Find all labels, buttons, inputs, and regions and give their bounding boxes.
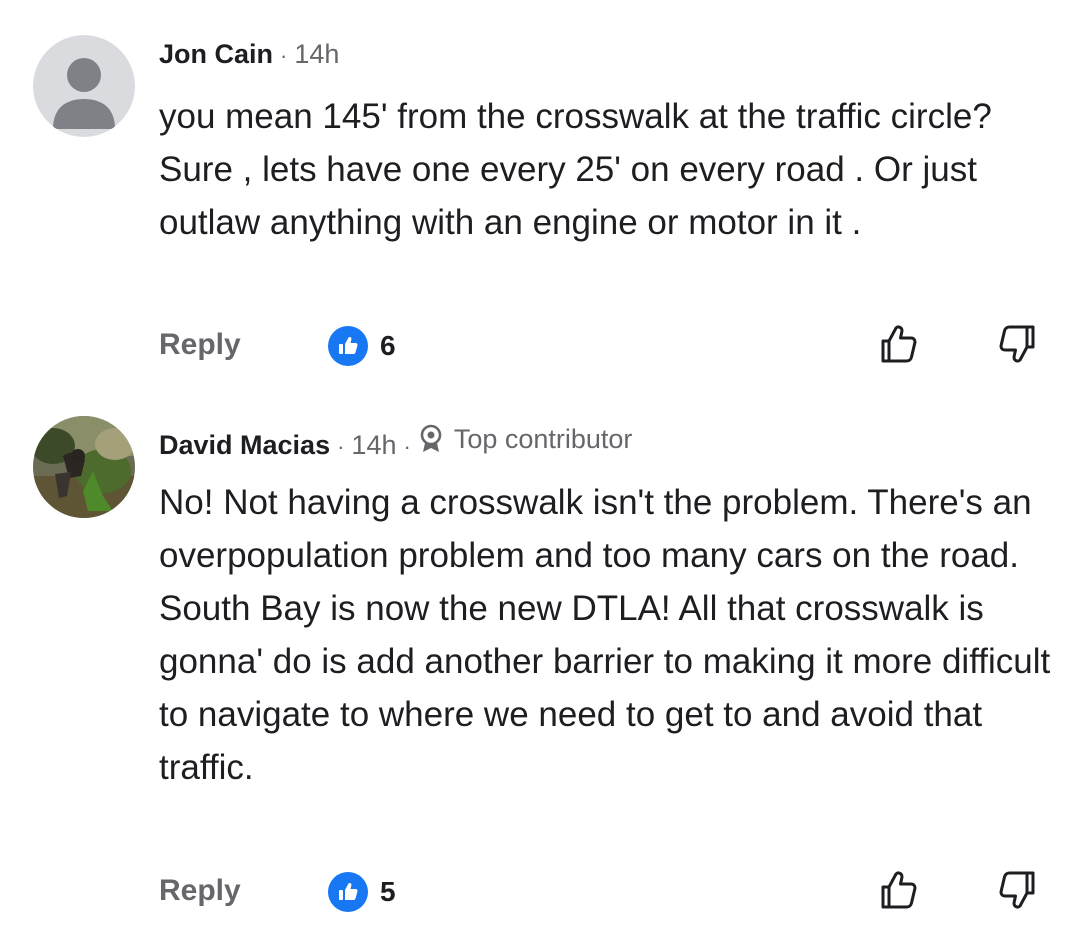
comment-actions: Reply 5 bbox=[0, 868, 1078, 918]
award-icon bbox=[420, 424, 442, 452]
separator: · bbox=[403, 434, 411, 459]
downvote-icon[interactable] bbox=[995, 868, 1039, 912]
upvote-icon[interactable] bbox=[877, 322, 921, 366]
author-name[interactable]: Jon Cain bbox=[159, 39, 273, 69]
reply-button[interactable]: Reply bbox=[159, 874, 241, 908]
timestamp[interactable]: 14h bbox=[351, 430, 396, 460]
author-name[interactable]: David Macias bbox=[159, 430, 330, 460]
upvote-icon[interactable] bbox=[877, 868, 921, 912]
like-count: 5 bbox=[380, 876, 396, 907]
like-reaction-icon bbox=[328, 872, 368, 912]
like-count: 6 bbox=[380, 330, 396, 361]
comment-text: No! Not having a crosswalk isn't the pro… bbox=[159, 483, 1051, 787]
badge-label: Top contributor bbox=[453, 424, 633, 454]
separator: · bbox=[337, 434, 345, 459]
downvote-icon[interactable] bbox=[995, 322, 1039, 366]
comment-header: David Macias · 14h · Top contributor bbox=[159, 422, 632, 464]
like-summary[interactable]: 6 bbox=[328, 326, 396, 366]
comment-actions: Reply 6 bbox=[0, 322, 1078, 372]
like-reaction-icon bbox=[328, 326, 368, 366]
separator: · bbox=[280, 43, 288, 68]
reply-button[interactable]: Reply bbox=[159, 328, 241, 362]
like-summary[interactable]: 5 bbox=[328, 872, 396, 912]
top-contributor-badge[interactable]: Top contributor bbox=[418, 422, 633, 456]
default-person-icon[interactable] bbox=[33, 35, 135, 137]
comment-header: Jon Cain · 14h bbox=[159, 37, 339, 73]
profile-photo[interactable] bbox=[33, 416, 135, 518]
comment-text: you mean 145' from the crosswalk at the … bbox=[159, 97, 992, 242]
timestamp[interactable]: 14h bbox=[294, 39, 339, 69]
